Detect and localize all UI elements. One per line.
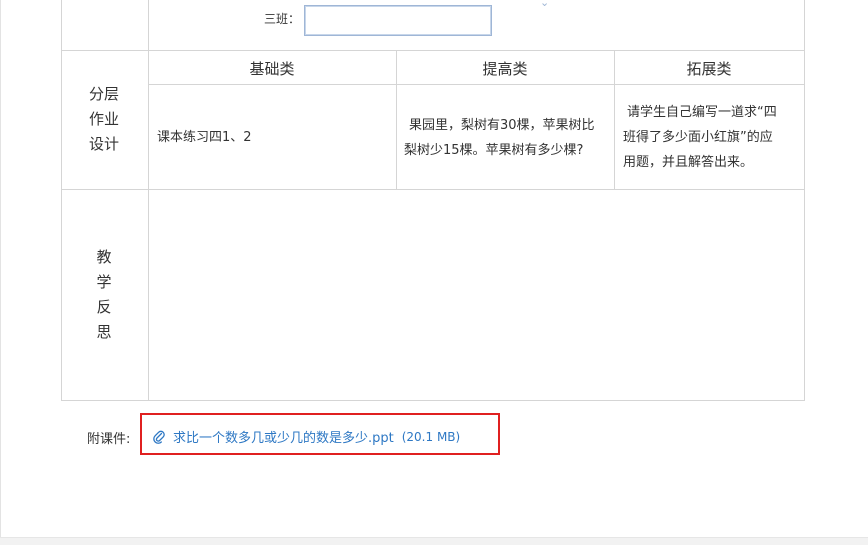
advanced-homework-line: 梨树少15棵。苹果树有多少棵? — [404, 143, 584, 158]
homework-row-label: 分层 作业 设计 — [61, 82, 147, 157]
advanced-homework-line: 果园里，梨树有30棵，苹果树比 — [409, 118, 595, 133]
reflection-row-label-char: 学 — [96, 273, 112, 291]
document-page: 三班： ⌄ 分层 作业 设计 基础类 提高类 拓展类 课本练习四1、2 果园里，… — [0, 0, 868, 545]
column-header-basic: 基础类 — [249, 60, 295, 78]
table-line — [61, 50, 805, 51]
attachment-label: 附课件: — [87, 432, 131, 447]
extended-homework-cell: 请学生自己编写一道求“四 班得了多少面小红旗”的应 用题，并且解答出来。 — [623, 100, 803, 175]
class-three-input[interactable] — [304, 5, 492, 36]
reflection-content-cell — [149, 190, 804, 400]
extended-homework-line: 班得了多少面小红旗”的应 — [623, 130, 773, 145]
basic-homework-cell: 课本练习四1、2 — [157, 130, 252, 145]
table-line — [61, 400, 805, 401]
reflection-row-label-char: 教 — [96, 248, 112, 266]
class-three-label: 三班： — [264, 12, 301, 26]
reflection-row-label: 教 学 反 思 — [61, 245, 147, 345]
reflection-row-label-char: 反 — [96, 298, 112, 316]
homework-row-label-line: 分层 — [88, 85, 119, 103]
attachment-file-name[interactable]: 求比一个数多几或少几的数是多少.ppt — [173, 427, 394, 446]
table-line — [148, 84, 805, 85]
column-header-extended: 拓展类 — [686, 60, 732, 78]
extended-homework-line: 请学生自己编写一道求“四 — [627, 105, 777, 120]
column-header-advanced: 提高类 — [482, 60, 528, 78]
advanced-homework-cell: 果园里，梨树有30棵，苹果树比 梨树少15棵。苹果树有多少棵? — [404, 113, 610, 163]
homework-row-label-line: 设计 — [88, 135, 119, 153]
homework-row-label-line: 作业 — [88, 110, 119, 128]
attachment-file-size: (20.1 MB) — [401, 429, 461, 444]
attachment-link[interactable]: 求比一个数多几或少几的数是多少.ppt (20.1 MB) — [153, 427, 460, 446]
page-left-border — [0, 0, 1, 538]
chevron-down-icon: ⌄ — [540, 0, 550, 9]
extended-homework-line: 用题，并且解答出来。 — [623, 155, 754, 170]
table-line — [804, 0, 805, 401]
paperclip-icon — [153, 430, 165, 444]
reflection-row-label-char: 思 — [96, 323, 112, 341]
